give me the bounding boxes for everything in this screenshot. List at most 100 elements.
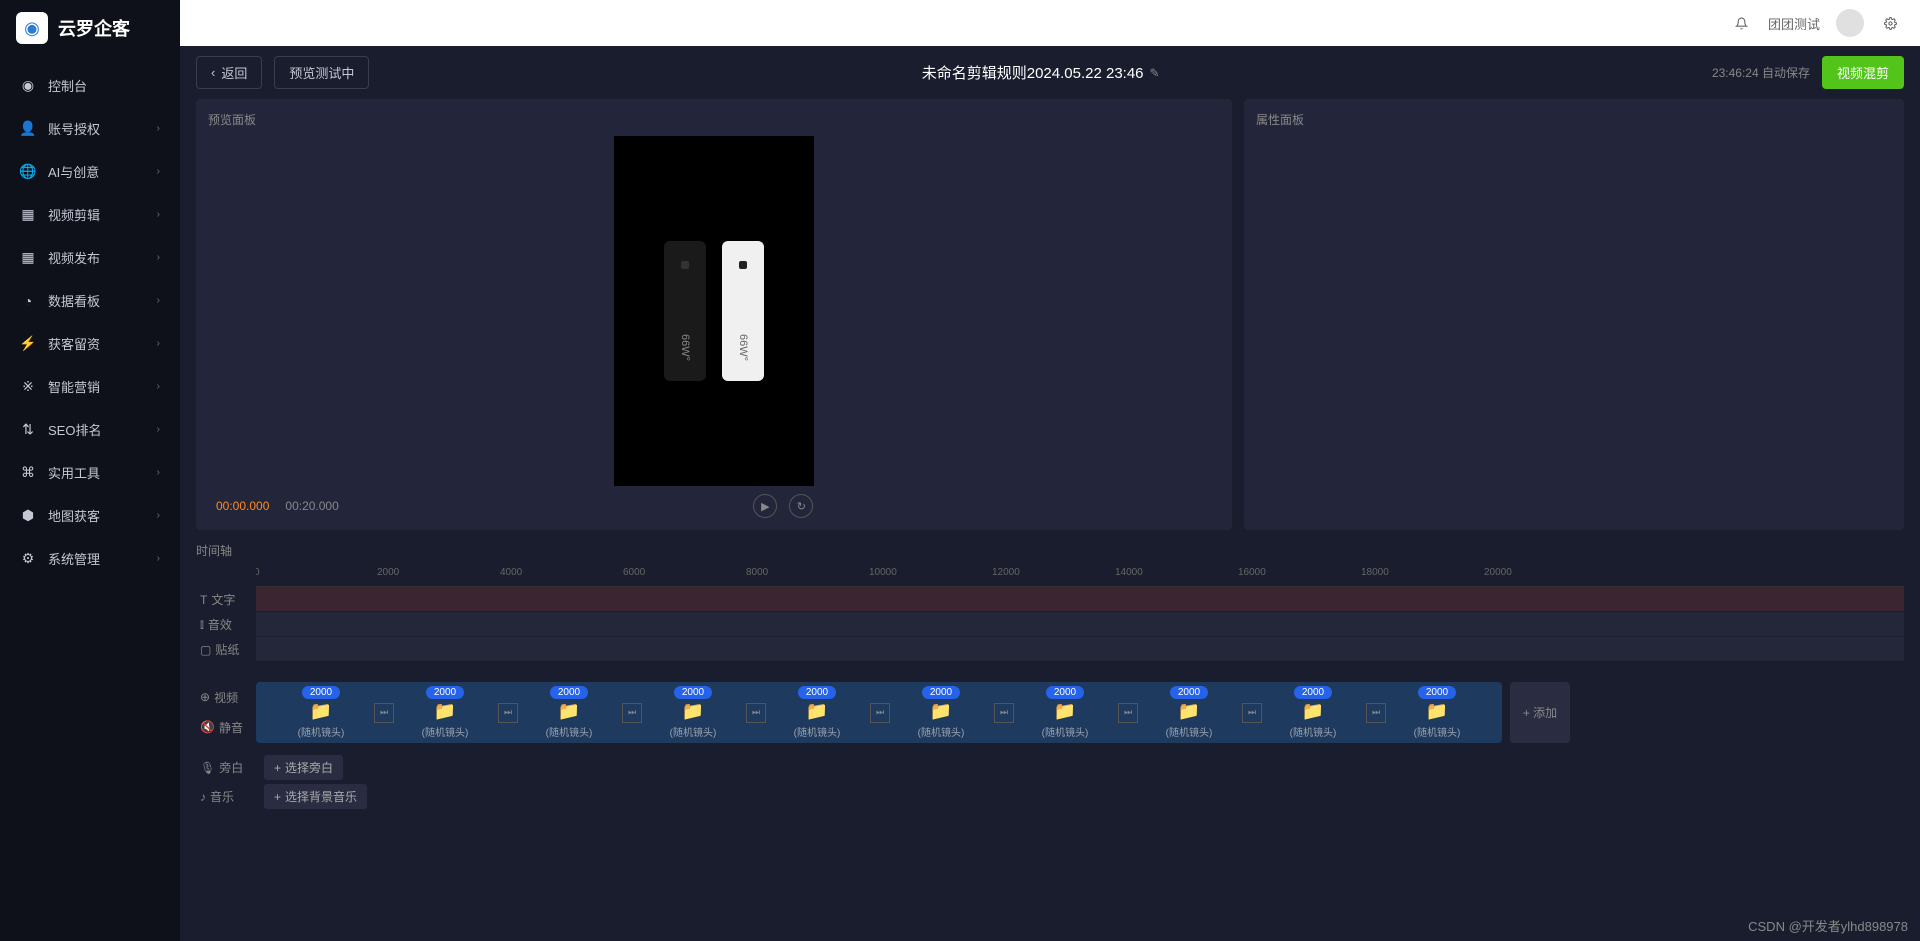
nav-item-gear[interactable]: ⚙系统管理›: [0, 537, 180, 580]
edit-icon[interactable]: ✎: [1150, 66, 1160, 80]
nav-item-dashboard[interactable]: ◉ 控制台: [0, 64, 180, 107]
clip-duration: 2000: [798, 686, 836, 699]
transition-icon[interactable]: ⏭: [498, 703, 518, 723]
nav-item-grid[interactable]: ▦视频发布›: [0, 236, 180, 279]
select-narration-button[interactable]: + 选择旁白: [264, 755, 343, 780]
video-mix-button[interactable]: 视频混剪: [1822, 56, 1904, 89]
document-title: 未命名剪辑规则2024.05.22 23:46 ✎: [381, 62, 1700, 83]
clip-item[interactable]: 2000📁(随机镜头): [1376, 686, 1498, 739]
timeline-section: 时间轴 T文字⫾音效▢贴纸 02000400060008000100001200…: [180, 530, 1920, 674]
globe-icon: 🌐: [20, 164, 36, 180]
nav-item-seo[interactable]: ⇅SEO排名›: [0, 408, 180, 451]
preview-panel-title: 预览面板: [208, 111, 1220, 128]
chevron-left-icon: ‹: [211, 65, 215, 80]
clip-name: (随机镜头): [1290, 724, 1337, 739]
back-label: 返回: [221, 63, 247, 82]
nav-label: 视频发布: [48, 248, 100, 267]
grid-icon: ▦: [20, 250, 36, 266]
settings-icon[interactable]: [1880, 13, 1900, 33]
transition-icon[interactable]: ⏭: [374, 703, 394, 723]
track-sfx[interactable]: [256, 612, 1904, 637]
nav-item-tools[interactable]: ⌘实用工具›: [0, 451, 180, 494]
track-text[interactable]: [256, 587, 1904, 612]
clip-item[interactable]: 2000📁(随机镜头)⏭: [260, 686, 382, 739]
tick: 12000: [992, 567, 1020, 578]
folder-icon: 📁: [1178, 701, 1200, 722]
chevron-right-icon: ›: [157, 123, 160, 134]
transition-icon[interactable]: ⏭: [622, 703, 642, 723]
select-music-button[interactable]: + 选择背景音乐: [264, 784, 367, 809]
nav-label: 视频剪辑: [48, 205, 100, 224]
clip-item[interactable]: 2000📁(随机镜头)⏭: [756, 686, 878, 739]
clip-duration: 2000: [426, 686, 464, 699]
folder-icon: 📁: [558, 701, 580, 722]
chevron-right-icon: ›: [157, 510, 160, 521]
tick: 20000: [1484, 567, 1512, 578]
clip-name: (随机镜头): [1042, 724, 1089, 739]
clip-item[interactable]: 2000📁(随机镜头)⏭: [384, 686, 506, 739]
nav-item-leads[interactable]: ⚡获客留资›: [0, 322, 180, 365]
gear-icon: ⚙: [20, 551, 36, 567]
nav-label: 控制台: [48, 76, 87, 95]
clip-name: (随机镜头): [422, 724, 469, 739]
clip-item[interactable]: 2000📁(随机镜头)⏭: [1252, 686, 1374, 739]
nav-label: 智能营销: [48, 377, 100, 396]
nav-item-chart[interactable]: ◔数据看板›: [0, 279, 180, 322]
transition-icon[interactable]: ⏭: [994, 703, 1014, 723]
transition-icon[interactable]: ⏭: [1242, 703, 1262, 723]
tick: 2000: [377, 567, 399, 578]
tick: 18000: [1361, 567, 1389, 578]
clip-name: (随机镜头): [1414, 724, 1461, 739]
bars-icon: ⫾: [200, 617, 204, 632]
transition-icon[interactable]: ⏭: [746, 703, 766, 723]
clips-row: 2000📁(随机镜头)⏭2000📁(随机镜头)⏭2000📁(随机镜头)⏭2000…: [256, 682, 1502, 743]
bell-icon[interactable]: [1732, 13, 1752, 33]
preview-video[interactable]: 66W° 66W°: [614, 136, 814, 486]
transition-icon[interactable]: ⏭: [1118, 703, 1138, 723]
dashboard-icon: ◉: [20, 78, 36, 94]
chevron-right-icon: ›: [157, 553, 160, 564]
properties-panel: 属性面板: [1244, 99, 1904, 530]
film-icon: ▦: [20, 207, 36, 223]
clip-item[interactable]: 2000📁(随机镜头)⏭: [880, 686, 1002, 739]
chevron-right-icon: ›: [157, 166, 160, 177]
tick: 14000: [1115, 567, 1143, 578]
play-button[interactable]: ▶: [753, 494, 777, 518]
nav-item-globe[interactable]: 🌐AI与创意›: [0, 150, 180, 193]
transition-icon[interactable]: ⏭: [870, 703, 890, 723]
reload-button[interactable]: ↻: [789, 494, 813, 518]
folder-icon: 📁: [1302, 701, 1324, 722]
clip-duration: 2000: [550, 686, 588, 699]
folder-icon: 📁: [310, 701, 332, 722]
music-label: ♪ 音乐: [196, 788, 256, 805]
avatar[interactable]: [1836, 9, 1864, 37]
preview-test-button[interactable]: 预览测试中: [274, 56, 369, 89]
track-sticker[interactable]: [256, 637, 1904, 662]
nav-item-film[interactable]: ▦视频剪辑›: [0, 193, 180, 236]
nav-label: SEO排名: [48, 420, 101, 439]
timeline-ruler[interactable]: 0200040006000800010000120001400016000180…: [256, 567, 1904, 587]
product-black: 66W°: [664, 241, 706, 381]
transition-icon[interactable]: ⏭: [1366, 703, 1386, 723]
mute-icon: 🔇: [200, 720, 215, 734]
back-button[interactable]: ‹ 返回: [196, 56, 262, 89]
folder-icon: 📁: [930, 701, 952, 722]
folder-icon: 📁: [1054, 701, 1076, 722]
nav-item-map[interactable]: ⬢地图获客›: [0, 494, 180, 537]
clip-item[interactable]: 2000📁(随机镜头)⏭: [508, 686, 630, 739]
clip-duration: 2000: [1294, 686, 1332, 699]
clip-item[interactable]: 2000📁(随机镜头)⏭: [632, 686, 754, 739]
tick: 10000: [869, 567, 897, 578]
narration-label: 🎙 旁白: [196, 759, 256, 776]
autosave-status: 23:46:24 自动保存: [1712, 64, 1810, 81]
chevron-right-icon: ›: [157, 338, 160, 349]
nav-item-marketing[interactable]: ※智能营销›: [0, 365, 180, 408]
add-clip-button[interactable]: + 添加: [1510, 682, 1570, 743]
chevron-right-icon: ›: [157, 295, 160, 306]
user-icon: 👤: [20, 121, 36, 137]
folder-icon: 📁: [682, 701, 704, 722]
nav-item-user[interactable]: 👤账号授权›: [0, 107, 180, 150]
clip-item[interactable]: 2000📁(随机镜头)⏭: [1004, 686, 1126, 739]
clip-item[interactable]: 2000📁(随机镜头)⏭: [1128, 686, 1250, 739]
mic-icon: 🎙: [200, 761, 215, 775]
